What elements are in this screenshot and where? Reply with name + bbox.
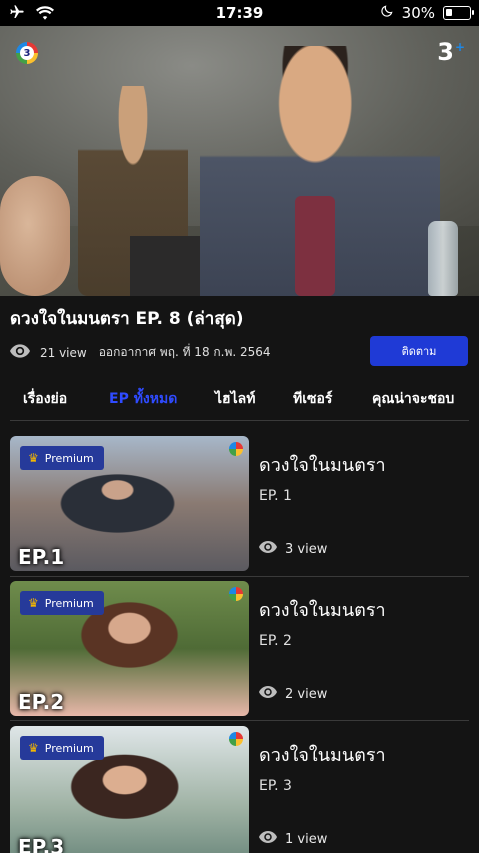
battery-percent: 30% bbox=[401, 4, 435, 22]
episode-card[interactable]: ♛ Premium EP.3 ดวงใจในมนตรา EP. 3 1 view bbox=[0, 726, 479, 853]
episode-views: 1 view bbox=[259, 831, 327, 847]
tab-bar: เรื่องย่อ EP ทั้งหมด ไฮไลท์ ทีเซอร์ คุณน… bbox=[0, 380, 479, 416]
episode-thumbnail[interactable]: ♛ Premium EP.2 bbox=[10, 581, 249, 716]
tab-recommended[interactable]: คุณน่าจะชอบ bbox=[372, 388, 454, 410]
ch3plus-logo: 3+ bbox=[437, 38, 465, 66]
episode-title: ดวงใจในมนตรา EP. 8 (ล่าสุด) bbox=[10, 309, 244, 329]
episode-meta: 21 view ออกอากาศ พฤ. ที่ 18 ก.พ. 2564 bbox=[10, 343, 271, 362]
eye-icon bbox=[259, 541, 277, 557]
crown-icon: ♛ bbox=[28, 451, 39, 465]
follow-button[interactable]: ติดตาม bbox=[370, 336, 468, 366]
channel3-mini-logo bbox=[229, 732, 243, 746]
thumbnail-ep-label: EP.2 bbox=[18, 690, 65, 714]
channel3-mini-logo bbox=[229, 587, 243, 601]
episode-views: 2 view bbox=[259, 686, 327, 702]
episode-views: 3 view bbox=[259, 541, 327, 557]
episode-card[interactable]: ♛ Premium EP.1 ดวงใจในมนตรา EP. 1 3 view bbox=[0, 436, 479, 581]
channel3-mini-logo bbox=[229, 442, 243, 456]
battery-icon bbox=[443, 6, 474, 20]
episode-number: EP. 1 bbox=[259, 488, 292, 504]
moon-icon bbox=[380, 4, 394, 22]
episode-card[interactable]: ♛ Premium EP.2 ดวงใจในมนตรา EP. 2 2 view bbox=[0, 581, 479, 726]
crown-icon: ♛ bbox=[28, 741, 39, 755]
video-frame-hand bbox=[0, 176, 70, 296]
episode-divider bbox=[10, 576, 469, 577]
air-date: ออกอากาศ พฤ. ที่ 18 ก.พ. 2564 bbox=[98, 345, 271, 359]
video-frame-bottle bbox=[428, 221, 458, 296]
eye-icon bbox=[10, 344, 30, 361]
episode-thumbnail[interactable]: ♛ Premium EP.1 bbox=[10, 436, 249, 571]
video-player[interactable] bbox=[0, 26, 479, 296]
premium-badge: ♛ Premium bbox=[20, 446, 104, 470]
episode-thumbnail[interactable]: ♛ Premium EP.3 bbox=[10, 726, 249, 853]
tab-all-episodes[interactable]: EP ทั้งหมด bbox=[109, 388, 177, 410]
episode-name: ดวงใจในมนตรา bbox=[259, 745, 386, 766]
tab-divider bbox=[10, 420, 469, 421]
premium-badge: ♛ Premium bbox=[20, 591, 104, 615]
crown-icon: ♛ bbox=[28, 596, 39, 610]
tab-synopsis[interactable]: เรื่องย่อ bbox=[23, 388, 67, 410]
battery-level bbox=[446, 9, 452, 16]
episode-name: ดวงใจในมนตรา bbox=[259, 455, 386, 476]
thumbnail-ep-label: EP.3 bbox=[18, 835, 65, 853]
episode-number: EP. 3 bbox=[259, 778, 292, 794]
video-frame-shirt bbox=[295, 196, 335, 296]
episode-name: ดวงใจในมนตรา bbox=[259, 600, 386, 621]
eye-icon bbox=[259, 831, 277, 847]
eye-icon bbox=[259, 686, 277, 702]
status-bar: 17:39 30% bbox=[0, 0, 479, 26]
view-count: 21 view bbox=[40, 345, 87, 360]
tab-teaser[interactable]: ทีเซอร์ bbox=[293, 388, 332, 410]
premium-badge: ♛ Premium bbox=[20, 736, 104, 760]
tab-highlights[interactable]: ไฮไลท์ bbox=[215, 388, 255, 410]
episode-divider bbox=[10, 720, 469, 721]
episode-number: EP. 2 bbox=[259, 633, 292, 649]
thumbnail-ep-label: EP.1 bbox=[18, 545, 65, 569]
channel3-logo: 3 bbox=[16, 42, 38, 64]
